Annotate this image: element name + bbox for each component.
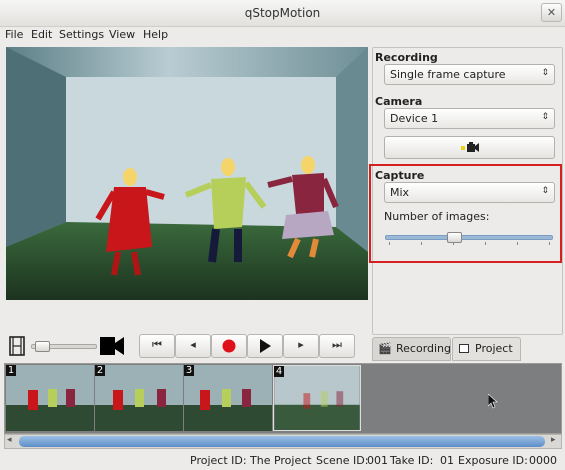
- frame-thumbnail[interactable]: 3: [184, 365, 272, 431]
- record-button[interactable]: [211, 334, 247, 358]
- tab-project-label: Project: [475, 342, 513, 355]
- step-back-icon: ◂: [190, 338, 196, 351]
- number-of-images-label: Number of images:: [384, 210, 490, 223]
- recording-mode-value: Single frame capture: [390, 68, 506, 81]
- step-back-button[interactable]: ◂: [175, 334, 211, 358]
- film-strip-icon[interactable]: [9, 336, 25, 356]
- capture-group-label: Capture: [375, 169, 425, 182]
- tab-project[interactable]: Project: [452, 337, 521, 361]
- scrollbar-handle[interactable]: [19, 436, 545, 447]
- window-title: qStopMotion: [244, 6, 321, 20]
- skip-start-icon: ⏮: [152, 338, 162, 351]
- menu-help[interactable]: Help: [143, 28, 168, 41]
- slider-tick: [389, 242, 390, 245]
- frame-thumbnail[interactable]: 1: [6, 365, 94, 431]
- scroll-left-icon[interactable]: ◂: [7, 435, 12, 445]
- chevron-updown-icon: ⇕: [541, 68, 549, 78]
- menu-edit[interactable]: Edit: [31, 28, 52, 41]
- frame-number: 3: [184, 365, 194, 376]
- slider-track: [385, 235, 553, 240]
- menu-bar: File Edit Settings View Help: [0, 26, 565, 44]
- frame-image: [95, 365, 183, 431]
- recording-group-label: Recording: [375, 51, 438, 64]
- frame-thumbnail[interactable]: 4: [273, 365, 361, 431]
- capture-mode-select[interactable]: Mix ⇕: [384, 182, 555, 203]
- zoom-slider[interactable]: [31, 340, 97, 352]
- menu-file[interactable]: File: [5, 28, 23, 41]
- slider-tick: [421, 242, 422, 245]
- frame-image: [184, 365, 272, 431]
- record-icon: [222, 339, 236, 353]
- live-video-view: [6, 47, 368, 300]
- number-of-images-slider[interactable]: [385, 230, 553, 246]
- camera-device-select[interactable]: Device 1 ⇕: [384, 108, 555, 129]
- camera-button[interactable]: [384, 136, 555, 159]
- frame-image: [274, 366, 360, 430]
- frame-image: [6, 365, 94, 431]
- capture-mode-value: Mix: [390, 186, 410, 199]
- camera-icon: [461, 142, 479, 152]
- rewind-to-start-button[interactable]: ⏮: [139, 334, 175, 358]
- project-id-value: The Project: [250, 454, 312, 467]
- close-button[interactable]: ✕: [541, 3, 562, 22]
- play-icon: [260, 339, 271, 353]
- scene-id-value: 001: [367, 454, 388, 467]
- camera-group-label: Camera: [375, 95, 423, 108]
- play-button[interactable]: [247, 334, 283, 358]
- slider-handle[interactable]: [35, 341, 50, 352]
- scene-id-label: Scene ID:: [316, 454, 369, 467]
- clapperboard-icon: 🎬: [378, 342, 392, 355]
- project-id-label: Project ID:: [190, 454, 247, 467]
- frame-thumbnail-strip[interactable]: 1 2 3 4: [4, 363, 562, 434]
- chevron-updown-icon: ⇕: [541, 112, 549, 122]
- menu-settings[interactable]: Settings: [59, 28, 104, 41]
- take-id-value: 01: [440, 454, 454, 467]
- skip-end-icon: ⏭: [332, 338, 342, 351]
- frame-number: 4: [274, 366, 284, 377]
- take-id-label: Take ID:: [390, 454, 434, 467]
- exposure-id-value: 0000: [529, 454, 557, 467]
- slider-tick: [485, 242, 486, 245]
- frame-thumbnail[interactable]: 2: [95, 365, 183, 431]
- step-forward-icon: ▸: [298, 338, 304, 351]
- menu-view[interactable]: View: [109, 28, 135, 41]
- frame-number: 1: [6, 365, 16, 376]
- frame-number: 2: [95, 365, 105, 376]
- slider-handle[interactable]: [447, 232, 462, 243]
- thumbnail-scrollbar[interactable]: ◂ ▸: [4, 434, 562, 449]
- tab-recording[interactable]: 🎬 Recording: [372, 337, 451, 361]
- tab-recording-label: Recording: [396, 342, 452, 355]
- slider-tick: [517, 242, 518, 245]
- slider-tick: [453, 242, 454, 245]
- scroll-right-icon[interactable]: ▸: [551, 435, 556, 445]
- video-camera-icon[interactable]: [100, 336, 124, 356]
- status-bar: Project ID: The Project Scene ID: 001 Ta…: [0, 452, 565, 470]
- mouse-cursor-icon: [488, 394, 498, 409]
- step-forward-button[interactable]: ▸: [283, 334, 319, 358]
- jump-to-end-button[interactable]: ⏭: [319, 334, 355, 358]
- camera-device-value: Device 1: [390, 112, 439, 125]
- chevron-updown-icon: ⇕: [541, 186, 549, 196]
- exposure-id-label: Exposure ID:: [458, 454, 528, 467]
- slider-tick: [549, 242, 550, 245]
- project-icon: [459, 344, 469, 353]
- recording-mode-select[interactable]: Single frame capture ⇕: [384, 64, 555, 85]
